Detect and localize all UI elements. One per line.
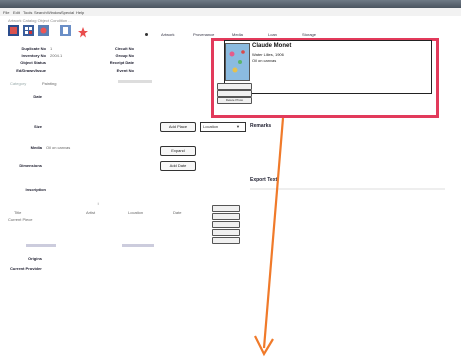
toolbar-image-icon[interactable] [8, 25, 19, 36]
menu-item-window[interactable]: Window [47, 10, 61, 15]
toolbar-star-icon[interactable] [78, 25, 88, 38]
toolbar-document-icon[interactable] [60, 25, 71, 36]
event-label: Event No [116, 68, 134, 73]
expand-button[interactable]: Expand [160, 146, 196, 156]
tab-marker-icon [145, 33, 148, 36]
menu-item-file[interactable]: File [3, 10, 9, 15]
tab-media[interactable]: Media [232, 32, 243, 37]
card-line-1: Water Lilies, 1906 [252, 52, 284, 57]
photo-button-1[interactable] [217, 83, 252, 90]
lower-field-2[interactable] [122, 244, 154, 247]
card-title: Claude Monet [252, 43, 292, 49]
dimensions-label: Dimensions [19, 163, 42, 168]
origins-label: Origins [27, 256, 42, 261]
table-header-title: Title [14, 210, 22, 215]
tab-artwork[interactable]: Artwork [161, 32, 175, 37]
table-header-date: Date [173, 210, 182, 215]
delete-photo-button[interactable]: Delete Photo [217, 97, 252, 104]
tab-storage[interactable]: Storage [302, 32, 316, 37]
toolbar-grid-icon[interactable] [23, 25, 34, 36]
menu-bar: File Edit Tools Search Window Special He… [0, 8, 461, 16]
inventory-label: Inventory No [21, 53, 46, 58]
category-label: Category [10, 81, 27, 86]
window-titlebar [0, 0, 461, 8]
table-header-artist: Artist [86, 210, 96, 215]
side-button-2[interactable] [212, 213, 240, 220]
side-button-4[interactable] [212, 229, 240, 236]
duplicate-label: Duplicate No [21, 46, 46, 51]
inscription-label: Inscription [25, 187, 46, 192]
chevron-down-icon: ▼ [236, 124, 240, 129]
breadcrumb: Artwork Catalog Object Condition ... [8, 18, 72, 23]
card-line-2: Oil on canvas [252, 58, 277, 63]
object-status-label: Object Status [20, 60, 46, 65]
photo-button-2[interactable] [217, 90, 252, 97]
menu-item-tools[interactable]: Tools [23, 10, 32, 15]
side-button-5[interactable] [212, 237, 240, 244]
lower-field-1[interactable] [26, 244, 56, 247]
artwork-thumbnail[interactable] [225, 43, 250, 81]
annotation-arrow [254, 117, 285, 357]
menu-item-special[interactable]: Special [61, 10, 74, 15]
sort-icon: ↕ [97, 201, 99, 206]
table-cell-title: Current Piece [8, 217, 33, 222]
location-select-value: Location [203, 124, 219, 129]
toolbar-photo-icon[interactable] [38, 25, 49, 36]
tab-loan[interactable]: Loan [268, 32, 277, 37]
add-place-button[interactable]: Add Place [160, 122, 196, 132]
category-value[interactable]: Painting [42, 81, 56, 86]
media-label: Media [30, 145, 42, 150]
field-placeholder-bar [118, 80, 152, 83]
table-row[interactable]: Current Piece [8, 217, 32, 222]
side-button-3[interactable] [212, 221, 240, 228]
date-label: Date [33, 94, 42, 99]
size-label: Size [33, 124, 42, 129]
menu-item-help[interactable]: Help [76, 10, 84, 15]
menu-item-edit[interactable]: Edit [13, 10, 20, 15]
menu-item-search[interactable]: Search [34, 10, 47, 15]
duplicate-value[interactable]: 1 [50, 46, 52, 51]
table-header-location: Location [128, 210, 144, 215]
circuit-label: Circuit No [114, 46, 134, 51]
media-value[interactable]: Oil on canvas [46, 145, 70, 150]
side-button-1[interactable] [212, 205, 240, 212]
receipt-label: Receipt Date [109, 60, 134, 65]
inventory-value[interactable]: 2004.1 [50, 53, 62, 58]
ed-label: Ed/Drawn/Issue [16, 68, 46, 73]
add-date-button[interactable]: Add Date [160, 161, 196, 171]
tab-provenance[interactable]: Provenance [193, 32, 214, 37]
current-provider-label: Current Provider [10, 266, 42, 271]
group-label: Group No [115, 53, 134, 58]
